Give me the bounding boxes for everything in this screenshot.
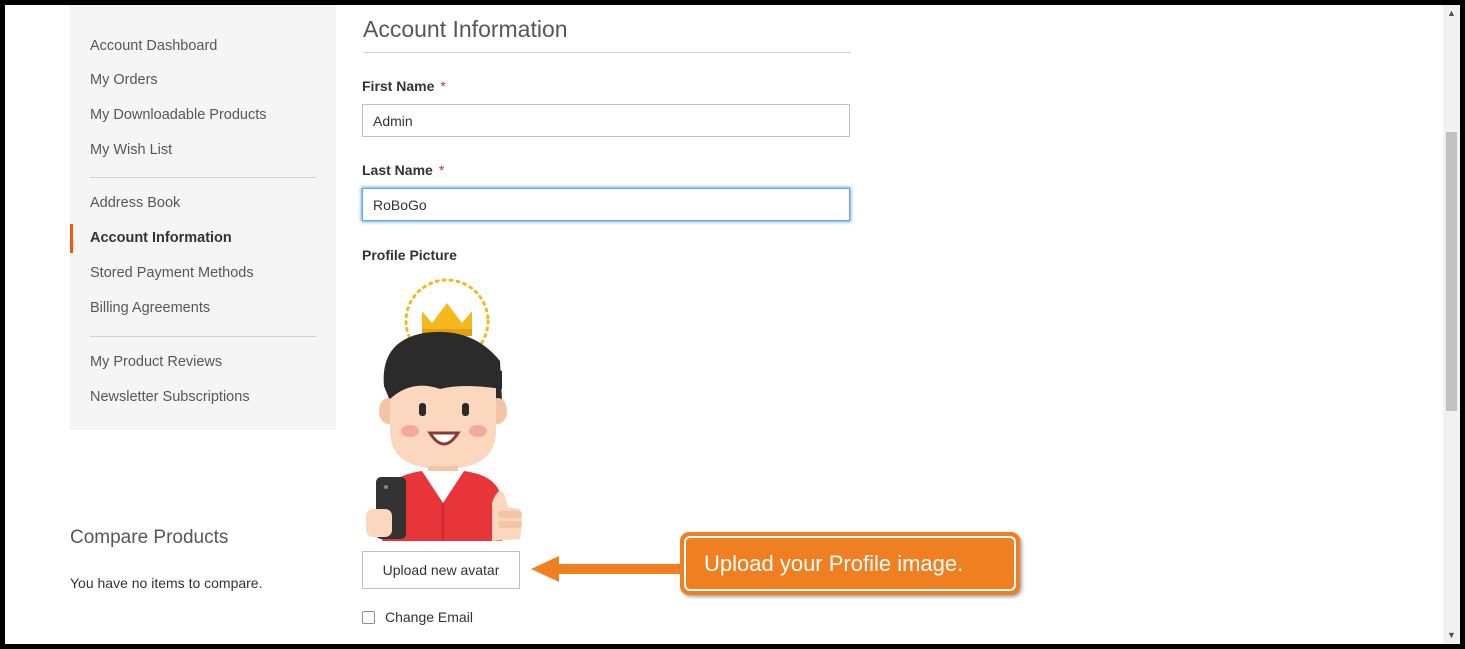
last-name-label-text: Last Name [362, 162, 433, 178]
required-asterisk: * [438, 162, 445, 178]
scrollbar-thumb[interactable] [1446, 132, 1457, 411]
sidebar-item-address-book[interactable]: Address Book [90, 195, 180, 211]
page-frame: Account Dashboard My Orders My Downloada… [5, 5, 1460, 644]
sidebar-item-stored-payment-methods[interactable]: Stored Payment Methods [90, 265, 254, 281]
compare-products-empty-text: You have no items to compare. [70, 575, 263, 591]
change-email-label: Change Email [385, 609, 473, 625]
sidebar-item-billing-agreements[interactable]: Billing Agreements [90, 300, 210, 316]
profile-avatar-image [362, 271, 524, 541]
callout-arrow-icon [531, 556, 685, 582]
sidebar-divider [90, 336, 316, 337]
change-email-option[interactable]: Change Email [362, 609, 473, 625]
page-title: Account Information [363, 16, 568, 42]
callout-text: Upload your Profile image. [684, 536, 1016, 591]
upload-avatar-button[interactable]: Upload new avatar [362, 551, 520, 589]
sidebar-item-my-orders[interactable]: My Orders [90, 72, 158, 88]
sidebar-item-my-downloadable-products[interactable]: My Downloadable Products [90, 107, 267, 123]
last-name-input[interactable] [362, 188, 850, 221]
scroll-down-icon[interactable]: ▼ [1443, 627, 1460, 644]
required-asterisk: * [440, 78, 446, 94]
first-name-label: First Name * [362, 78, 446, 94]
title-divider [363, 52, 851, 53]
account-sidebar-nav: Account Dashboard My Orders My Downloada… [70, 5, 336, 430]
sidebar-item-my-wish-list[interactable]: My Wish List [90, 142, 172, 158]
compare-products-title: Compare Products [70, 527, 229, 548]
sidebar-divider [90, 177, 316, 178]
profile-picture-label: Profile Picture [362, 247, 457, 263]
scroll-up-icon[interactable]: ▲ [1443, 5, 1460, 22]
sidebar-item-account-dashboard[interactable]: Account Dashboard [90, 38, 217, 54]
upload-hint-callout: Upload your Profile image. [680, 532, 1020, 595]
sidebar-item-account-information[interactable]: Account Information [90, 230, 232, 246]
vertical-scrollbar[interactable]: ▲ ▼ [1443, 5, 1460, 644]
change-email-checkbox[interactable] [362, 610, 375, 624]
first-name-label-text: First Name [362, 78, 435, 94]
sidebar-item-my-product-reviews[interactable]: My Product Reviews [90, 354, 222, 370]
sidebar-active-indicator [70, 224, 73, 253]
last-name-label: Last Name * [362, 162, 444, 178]
sidebar-item-newsletter-subscriptions[interactable]: Newsletter Subscriptions [90, 389, 250, 405]
first-name-input[interactable] [362, 104, 850, 137]
